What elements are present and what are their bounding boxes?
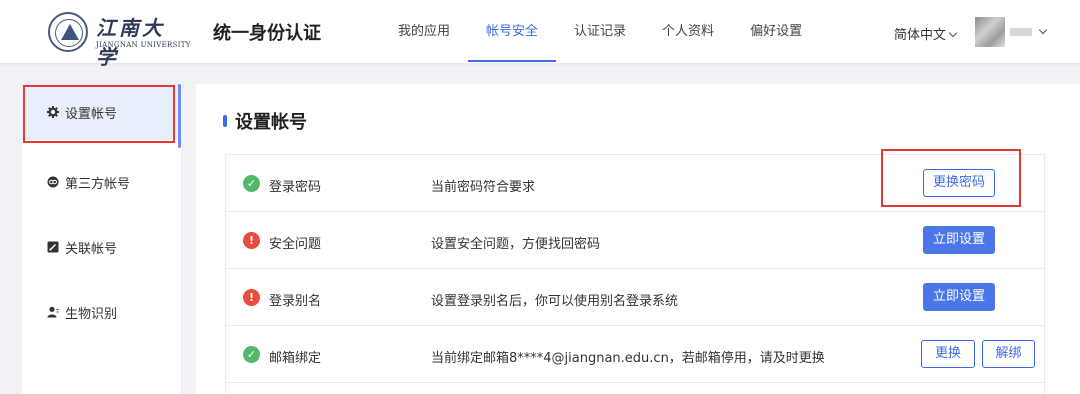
link-icon [47, 176, 59, 188]
university-emblem-icon [48, 12, 88, 52]
row-name: 邮箱绑定 [269, 351, 322, 366]
list-item-login-alias: ! 登录别名 设置登录别名后，你可以使用别名登录系统 立即设置 [226, 269, 1044, 326]
sidebar-item-linked-accounts[interactable]: 关联帐号 [22, 219, 182, 275]
user-icon [47, 306, 59, 318]
sidebar-active-indicator [178, 84, 181, 148]
nav-profile[interactable]: 个人资料 [644, 0, 732, 64]
sidebar-item-third-party[interactable]: 第三方帐号 [22, 154, 182, 210]
language-selector[interactable]: 简体中文 [894, 24, 958, 43]
row-description: 当前绑定邮箱8****4@jiangnan.edu.cn，若邮箱停用，请及时更换 [431, 351, 825, 366]
sidebar-item-label: 关联帐号 [65, 241, 118, 257]
site-title: 统一身份认证 [213, 23, 321, 44]
nav-auth-records[interactable]: 认证记录 [556, 0, 644, 64]
list-item-email-binding: ✓ 邮箱绑定 当前绑定邮箱8****4@jiangnan.edu.cn，若邮箱停… [226, 326, 1044, 383]
user-menu-chevron-down-icon[interactable] [1038, 25, 1048, 35]
main-nav: 我的应用 帐号安全 认证记录 个人资料 偏好设置 [380, 0, 820, 64]
title-accent-bar [223, 115, 227, 127]
sidebar-item-label: 设置帐号 [65, 106, 118, 122]
gear-icon [47, 106, 59, 118]
top-header: 江南大学 JIANGNAN UNIVERSITY 统一身份认证 我的应用 帐号安… [0, 0, 1080, 69]
row-description: 设置安全问题，方便找回密码 [431, 237, 601, 252]
edit-link-icon [47, 241, 59, 253]
unbind-email-button[interactable]: 解绑 [982, 340, 1035, 368]
avatar[interactable] [975, 17, 1005, 47]
setup-security-question-button[interactable]: 立即设置 [923, 226, 995, 254]
exclamation-circle-icon: ! [243, 289, 260, 306]
sidebar-item-account-settings[interactable]: 设置帐号 [22, 84, 182, 140]
row-description: 设置登录别名后，你可以使用别名登录系统 [431, 294, 679, 309]
username-blurred[interactable] [1010, 28, 1032, 36]
language-label: 简体中文 [894, 28, 947, 43]
settings-list: ✓ 登录密码 当前密码符合要求 更换密码 ! 安全问题 设置安全问题，方便找回密… [225, 154, 1045, 394]
university-logo[interactable]: 江南大学 JIANGNAN UNIVERSITY [48, 12, 190, 69]
sidebar-item-biometrics[interactable]: 生物识别 [22, 284, 182, 340]
row-description: 当前密码符合要求 [431, 180, 536, 195]
sidebar: 设置帐号 第三方帐号 关联帐号 生物识别 [22, 84, 182, 394]
section-title: 设置帐号 [223, 108, 307, 134]
nav-preferences[interactable]: 偏好设置 [732, 0, 820, 64]
chevron-down-icon [948, 28, 958, 38]
change-email-button[interactable]: 更换 [921, 340, 975, 368]
row-name: 登录密码 [269, 180, 322, 195]
list-item-security-question: ! 安全问题 设置安全问题，方便找回密码 立即设置 [226, 212, 1044, 269]
nav-my-apps[interactable]: 我的应用 [380, 0, 468, 64]
setup-login-alias-button[interactable]: 立即设置 [923, 283, 995, 311]
logo-text-en: JIANGNAN UNIVERSITY [96, 41, 191, 49]
nav-account-security[interactable]: 帐号安全 [468, 0, 557, 64]
change-password-button[interactable]: 更换密码 [923, 169, 995, 197]
check-circle-icon: ✓ [243, 175, 260, 192]
sidebar-item-label: 生物识别 [65, 306, 118, 322]
list-item-password: ✓ 登录密码 当前密码符合要求 更换密码 [226, 155, 1044, 212]
sidebar-item-label: 第三方帐号 [65, 176, 131, 192]
row-name: 安全问题 [269, 237, 322, 252]
exclamation-circle-icon: ! [243, 232, 260, 249]
row-name: 登录别名 [269, 294, 322, 309]
section-title-text: 设置帐号 [235, 112, 307, 133]
check-circle-icon: ✓ [243, 346, 260, 363]
